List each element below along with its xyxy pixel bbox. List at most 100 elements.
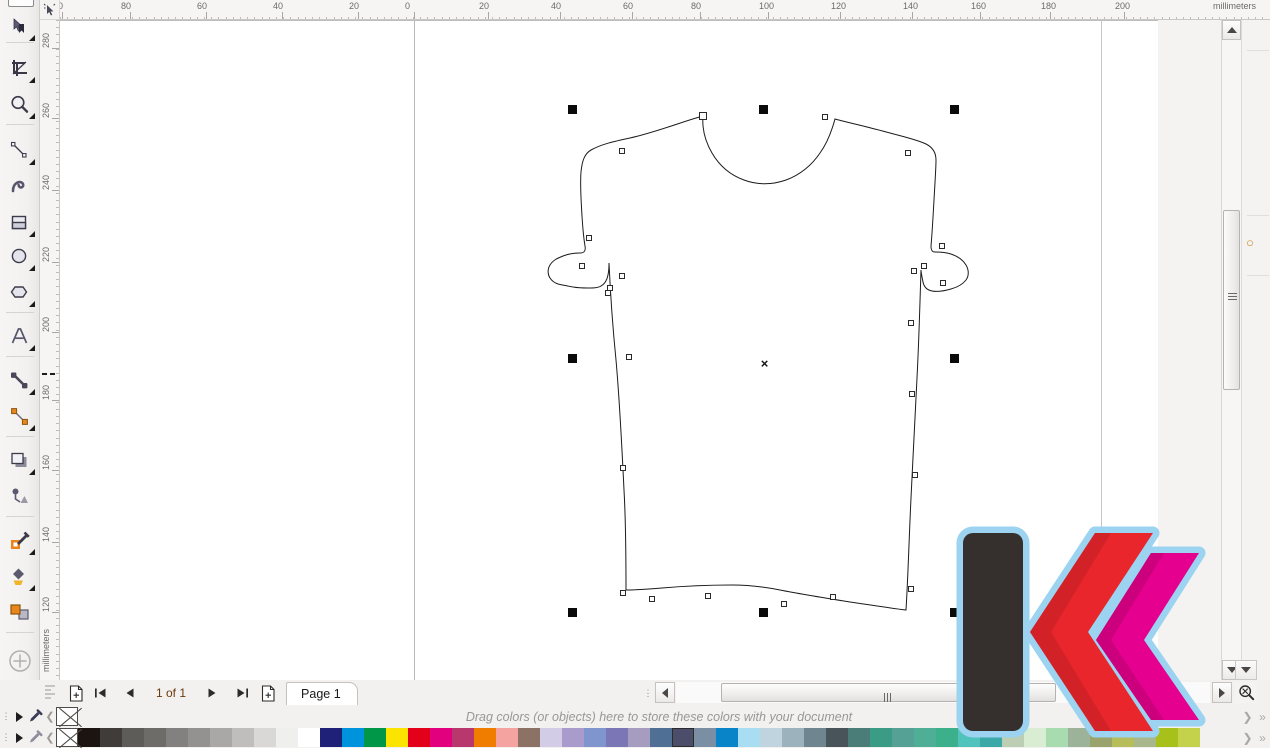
path-node[interactable]: [605, 290, 611, 296]
fill-tool[interactable]: [3, 560, 37, 594]
chevron-down-icon[interactable]: [29, 585, 35, 591]
chevron-down-icon[interactable]: [29, 265, 35, 271]
color-swatch[interactable]: [650, 728, 672, 747]
select-tool[interactable]: [3, 10, 37, 44]
drawing-canvas[interactable]: ×: [60, 20, 1158, 680]
color-swatch[interactable]: [1090, 728, 1112, 747]
vertical-scroll-thumb[interactable]: [1223, 210, 1240, 390]
selection-handle[interactable]: [759, 105, 768, 114]
horizontal-scrollbar[interactable]: [676, 682, 1210, 703]
color-swatch[interactable]: [1002, 728, 1024, 747]
path-node[interactable]: [905, 150, 911, 156]
color-swatch[interactable]: [914, 728, 936, 747]
color-swatch[interactable]: [166, 728, 188, 747]
path-node[interactable]: [921, 263, 927, 269]
color-swatch[interactable]: [298, 728, 320, 747]
ellipse-tool[interactable]: [3, 240, 37, 274]
horizontal-ruler[interactable]: 0080604020020406080100120140160180200mil…: [60, 0, 1270, 20]
curve-tool[interactable]: [3, 170, 37, 204]
color-swatch[interactable]: [738, 728, 760, 747]
path-node[interactable]: [940, 280, 946, 286]
palette-prev-icon[interactable]: ❮: [44, 706, 56, 727]
color-swatch[interactable]: [408, 728, 430, 747]
palette-expand-button[interactable]: [12, 706, 26, 727]
color-swatch[interactable]: [474, 728, 496, 747]
color-swatch[interactable]: [694, 728, 716, 747]
color-swatch[interactable]: [210, 728, 232, 747]
shadow-tool[interactable]: [3, 444, 37, 478]
scroll-right-button[interactable]: [1212, 682, 1232, 703]
color-swatch[interactable]: [870, 728, 892, 747]
color-swatch[interactable]: [496, 728, 518, 747]
selection-handle[interactable]: [950, 354, 959, 363]
duplicate-page-button[interactable]: [258, 683, 278, 703]
path-node[interactable]: [912, 472, 918, 478]
first-page-button[interactable]: [90, 683, 110, 703]
chevron-down-icon[interactable]: [29, 549, 35, 555]
color-swatch[interactable]: [342, 728, 364, 747]
color-swatch[interactable]: [1178, 728, 1200, 747]
path-node[interactable]: [579, 263, 585, 269]
path-node[interactable]: [649, 596, 655, 602]
color-swatch[interactable]: [122, 728, 144, 747]
distribute-tool[interactable]: [3, 596, 37, 630]
basic-shapes-tool[interactable]: [3, 276, 37, 310]
document-palette-dropzone[interactable]: Drag colors (or objects) here to store t…: [78, 707, 1240, 726]
path-node[interactable]: [626, 354, 632, 360]
line-tool[interactable]: [3, 134, 37, 168]
color-swatch[interactable]: [1134, 728, 1156, 747]
new-page-button[interactable]: [66, 683, 86, 703]
ruler-corner-widget[interactable]: [40, 0, 60, 20]
path-node[interactable]: [822, 114, 828, 120]
palette-next-icon[interactable]: ❯: [1240, 706, 1255, 727]
palette-prev-icon[interactable]: ❮: [44, 727, 56, 748]
path-node[interactable]: [619, 273, 625, 279]
color-swatch[interactable]: [826, 728, 848, 747]
palette-expand-button[interactable]: [12, 727, 26, 748]
color-swatch[interactable]: [100, 728, 122, 747]
path-node[interactable]: [586, 235, 592, 241]
path-node[interactable]: [699, 112, 707, 120]
last-page-button[interactable]: [232, 683, 252, 703]
color-swatch[interactable]: [276, 728, 298, 747]
page-tab-page1[interactable]: Page 1: [286, 681, 358, 705]
color-swatch[interactable]: [1156, 728, 1178, 747]
crop-tool[interactable]: [3, 52, 37, 86]
color-swatch[interactable]: [364, 728, 386, 747]
color-swatch[interactable]: [980, 728, 1002, 747]
color-swatch[interactable]: [1068, 728, 1090, 747]
color-swatch[interactable]: [254, 728, 276, 747]
chevron-down-icon[interactable]: [29, 469, 35, 475]
palette-next-icon[interactable]: ❯: [1240, 727, 1255, 748]
path-node[interactable]: [620, 590, 626, 596]
edit-points-tool[interactable]: [3, 400, 37, 434]
previous-page-button[interactable]: [120, 683, 140, 703]
connector-tool[interactable]: [3, 364, 37, 398]
chevron-down-icon[interactable]: [29, 35, 35, 41]
color-swatch[interactable]: [518, 728, 540, 747]
no-color-swatch[interactable]: [56, 707, 78, 726]
path-node[interactable]: [781, 601, 787, 607]
chevron-down-icon[interactable]: [29, 425, 35, 431]
color-swatch[interactable]: [628, 728, 650, 747]
color-swatch[interactable]: [848, 728, 870, 747]
chevron-down-icon[interactable]: [29, 159, 35, 165]
color-replacer-tool[interactable]: [3, 524, 37, 558]
selection-handle[interactable]: [950, 105, 959, 114]
path-node[interactable]: [705, 593, 711, 599]
path-node[interactable]: [909, 391, 915, 397]
color-swatch[interactable]: [606, 728, 628, 747]
color-swatch[interactable]: [452, 728, 474, 747]
vertical-scrollbar[interactable]: [1221, 20, 1241, 680]
color-swatch[interactable]: [188, 728, 210, 747]
vertical-ruler[interactable]: 280 260 240 220 200 180 160 140 120 millimeters: [40, 20, 60, 680]
path-node[interactable]: [619, 148, 625, 154]
palette-grip-dots[interactable]: ⋮: [0, 706, 12, 727]
color-swatch[interactable]: [430, 728, 452, 747]
color-picker-icon[interactable]: [26, 706, 44, 727]
path-node[interactable]: [911, 268, 917, 274]
color-swatch[interactable]: [232, 728, 254, 747]
next-page-button[interactable]: [202, 683, 222, 703]
path-node[interactable]: [830, 594, 836, 600]
color-swatch[interactable]: [540, 728, 562, 747]
